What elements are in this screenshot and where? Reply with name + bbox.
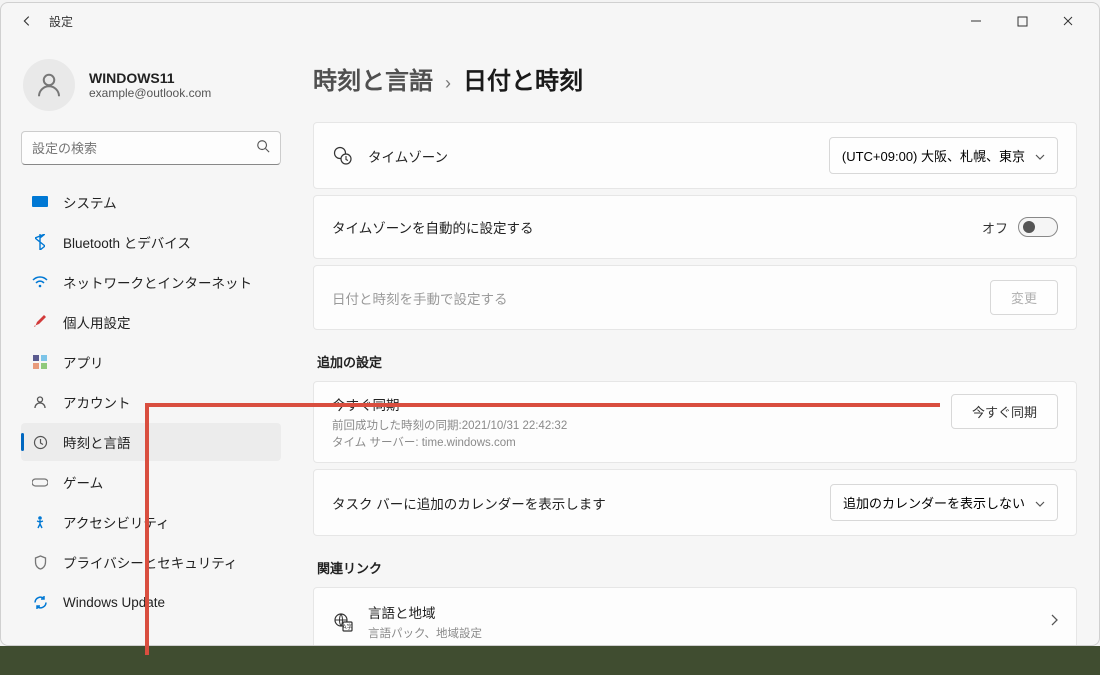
sidebar-item-label: Windows Update xyxy=(63,595,165,610)
breadcrumb-parent[interactable]: 時刻と言語 xyxy=(313,61,433,96)
main-content: 時刻と言語 › 日付と時刻 タイムゾーン (UTC+09:00) 大阪、札幌、東… xyxy=(291,39,1099,645)
titlebar: 設定 xyxy=(1,3,1099,39)
svg-text:A字: A字 xyxy=(342,623,352,631)
calendar-value: 追加のカレンダーを表示しない xyxy=(843,493,1025,512)
section-additional: 追加の設定 xyxy=(317,352,1077,371)
sidebar-item-label: プライバシーとセキュリティ xyxy=(63,552,237,572)
back-button[interactable] xyxy=(9,3,45,39)
chevron-down-icon xyxy=(1035,495,1045,510)
sync-server: タイム サーバー: time.windows.com xyxy=(332,434,937,450)
auto-timezone-toggle[interactable] xyxy=(1018,217,1058,237)
section-related: 関連リンク xyxy=(317,558,1077,577)
language-icon: A字 xyxy=(332,612,354,632)
minimize-button[interactable] xyxy=(953,3,999,39)
close-button[interactable] xyxy=(1045,3,1091,39)
chevron-right-icon: › xyxy=(445,73,451,94)
avatar xyxy=(23,59,75,111)
sidebar-item-label: ゲーム xyxy=(63,472,103,492)
globe-clock-icon xyxy=(332,146,354,166)
page-title: 日付と時刻 xyxy=(463,61,583,96)
sidebar-item-label: アカウント xyxy=(63,392,131,412)
chevron-down-icon xyxy=(1035,148,1045,163)
search-icon xyxy=(256,139,270,158)
card-timezone: タイムゾーン (UTC+09:00) 大阪、札幌、東京 xyxy=(313,122,1077,189)
annotation-line xyxy=(145,403,149,655)
toggle-state-text: オフ xyxy=(982,218,1008,237)
calendar-label: タスク バーに追加のカレンダーを表示します xyxy=(332,493,816,513)
sidebar-item-label: 時刻と言語 xyxy=(63,432,131,452)
sidebar-item-accounts[interactable]: アカウント xyxy=(21,383,281,421)
card-language-link[interactable]: A字 言語と地域 言語パック、地域設定 xyxy=(313,587,1077,645)
manual-datetime-label: 日付と時刻を手動で設定する xyxy=(332,288,976,308)
apps-icon xyxy=(31,353,49,371)
search-input[interactable] xyxy=(32,141,256,156)
annotation-line xyxy=(145,403,940,407)
nav: システム Bluetooth とデバイス ネットワークとインターネット 個人用設… xyxy=(21,183,281,621)
card-auto-timezone: タイムゾーンを自動的に設定する オフ xyxy=(313,195,1077,259)
sidebar-item-label: アクセシビリティ xyxy=(63,512,170,532)
person-icon xyxy=(31,393,49,411)
change-datetime-button[interactable]: 変更 xyxy=(990,280,1058,315)
auto-timezone-label: タイムゾーンを自動的に設定する xyxy=(332,217,968,237)
timezone-label: タイムゾーン xyxy=(368,146,815,166)
accessibility-icon xyxy=(31,513,49,531)
clock-globe-icon xyxy=(31,433,49,451)
sidebar-item-gaming[interactable]: ゲーム xyxy=(21,463,281,501)
sidebar-item-time-language[interactable]: 時刻と言語 xyxy=(21,423,281,461)
maximize-button[interactable] xyxy=(999,3,1045,39)
sidebar-item-system[interactable]: システム xyxy=(21,183,281,221)
wifi-icon xyxy=(31,273,49,291)
sidebar-item-label: アプリ xyxy=(63,352,104,372)
annotation-bottom-strip xyxy=(0,646,1100,675)
sidebar-item-windows-update[interactable]: Windows Update xyxy=(21,583,281,621)
timezone-dropdown[interactable]: (UTC+09:00) 大阪、札幌、東京 xyxy=(829,137,1058,174)
user-block[interactable]: WINDOWS11 example@outlook.com xyxy=(21,49,281,131)
sidebar-item-accessibility[interactable]: アクセシビリティ xyxy=(21,503,281,541)
user-name: WINDOWS11 xyxy=(89,70,211,86)
system-icon xyxy=(31,193,49,211)
sidebar-item-network[interactable]: ネットワークとインターネット xyxy=(21,263,281,301)
game-icon xyxy=(31,473,49,491)
language-link-title: 言語と地域 xyxy=(368,602,1036,622)
sidebar-item-label: 個人用設定 xyxy=(63,312,131,332)
sidebar-item-personalization[interactable]: 個人用設定 xyxy=(21,303,281,341)
card-manual-datetime: 日付と時刻を手動で設定する 変更 xyxy=(313,265,1077,330)
sidebar-item-apps[interactable]: アプリ xyxy=(21,343,281,381)
calendar-dropdown[interactable]: 追加のカレンダーを表示しない xyxy=(830,484,1058,521)
sidebar-item-privacy[interactable]: プライバシーとセキュリティ xyxy=(21,543,281,581)
sidebar-item-label: Bluetooth とデバイス xyxy=(63,232,191,252)
shield-icon xyxy=(31,553,49,571)
chevron-right-icon xyxy=(1050,613,1058,631)
timezone-value: (UTC+09:00) 大阪、札幌、東京 xyxy=(842,146,1025,165)
sync-now-button[interactable]: 今すぐ同期 xyxy=(951,394,1058,429)
search-box[interactable] xyxy=(21,131,281,165)
breadcrumb: 時刻と言語 › 日付と時刻 xyxy=(313,61,1077,96)
window-title: 設定 xyxy=(49,13,73,30)
sync-last: 前回成功した時刻の同期:2021/10/31 22:42:32 xyxy=(332,417,937,433)
card-calendar: タスク バーに追加のカレンダーを表示します 追加のカレンダーを表示しない xyxy=(313,469,1077,536)
card-sync: 今すぐ同期 前回成功した時刻の同期:2021/10/31 22:42:32 タイ… xyxy=(313,381,1077,463)
bluetooth-icon xyxy=(31,233,49,251)
update-icon xyxy=(31,593,49,611)
user-email: example@outlook.com xyxy=(89,86,211,100)
sidebar-item-label: システム xyxy=(63,192,117,212)
brush-icon xyxy=(31,313,49,331)
sidebar-item-bluetooth[interactable]: Bluetooth とデバイス xyxy=(21,223,281,261)
sidebar-item-label: ネットワークとインターネット xyxy=(63,272,252,292)
language-link-sub: 言語パック、地域設定 xyxy=(368,625,1036,641)
